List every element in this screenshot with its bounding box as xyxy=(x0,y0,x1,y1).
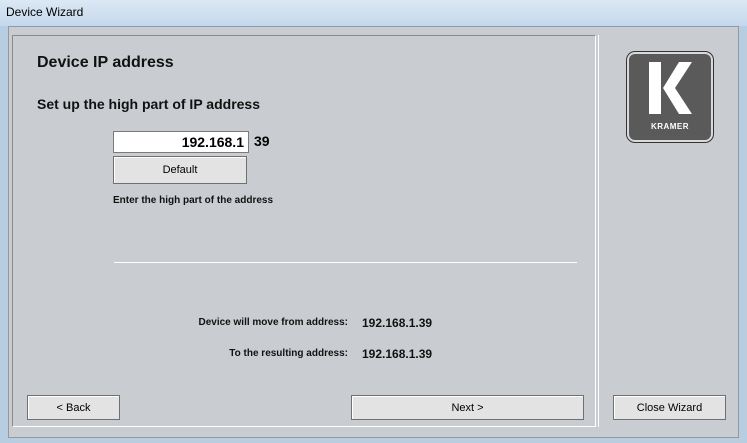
from-address-label: Device will move from address: xyxy=(198,317,348,328)
close-wizard-button[interactable]: Close Wizard xyxy=(613,395,726,420)
to-address-label: To the resulting address: xyxy=(229,348,348,359)
back-button[interactable]: < Back xyxy=(27,395,120,420)
window-title: Device Wizard xyxy=(6,5,84,19)
logo-text: KRAMER xyxy=(650,122,690,131)
next-button[interactable]: Next > xyxy=(351,395,584,420)
kramer-logo-icon: KRAMER xyxy=(627,52,713,142)
from-address-value: 192.168.1.39 xyxy=(362,316,433,330)
to-address-value: 192.168.1.39 xyxy=(362,347,433,361)
default-button[interactable]: Default xyxy=(113,156,247,184)
hint-text: Enter the high part of the address xyxy=(113,195,274,206)
title-bar: Device Wizard xyxy=(0,0,747,26)
horizontal-divider xyxy=(114,262,577,263)
page-title: Device IP address xyxy=(37,54,174,71)
ip-low-part-label: 39 xyxy=(254,133,270,149)
vertical-divider xyxy=(598,35,599,427)
section-subtitle: Set up the high part of IP address xyxy=(37,96,260,112)
ip-high-part-input[interactable] xyxy=(113,131,249,153)
content-panel xyxy=(12,35,596,427)
